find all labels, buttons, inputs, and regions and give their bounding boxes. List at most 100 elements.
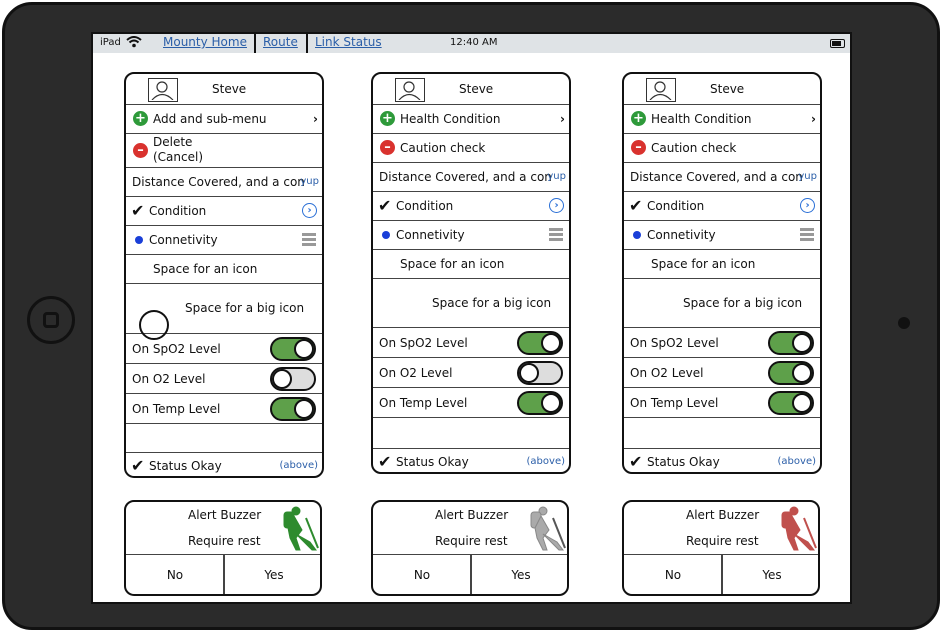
- o2-row: On O2 Level: [624, 358, 820, 388]
- temp-label: On Temp Level: [630, 396, 719, 410]
- o2-toggle[interactable]: [768, 361, 814, 385]
- o2-row: On O2 Level: [373, 358, 569, 388]
- drag-handle-icon[interactable]: [302, 233, 316, 248]
- temp-toggle[interactable]: [768, 391, 814, 415]
- camera-dot: [898, 317, 910, 329]
- spo2-toggle[interactable]: [768, 331, 814, 355]
- arrow-circle-icon[interactable]: ›: [302, 203, 317, 218]
- home-button[interactable]: [27, 296, 75, 344]
- hiker-name: Steve: [212, 82, 247, 96]
- card-header: Steve: [126, 74, 322, 105]
- card-header: Steve: [624, 74, 820, 105]
- temp-label: On Temp Level: [132, 402, 221, 416]
- nav-route[interactable]: Route: [263, 35, 298, 49]
- condition-row[interactable]: ✔ Condition ›: [624, 192, 820, 221]
- arrow-circle-icon[interactable]: ›: [800, 198, 815, 213]
- card-header: Steve: [373, 74, 569, 105]
- chevron-right-icon: ›: [313, 112, 318, 126]
- temp-toggle[interactable]: [270, 397, 316, 421]
- distance-row[interactable]: Distance Covered, and a conversation yup: [624, 163, 820, 192]
- connectivity-row[interactable]: Connetivity: [624, 221, 820, 250]
- menu-health-condition[interactable]: + Health Condition ›: [624, 105, 820, 134]
- distance-tag: yup: [547, 171, 566, 182]
- no-button[interactable]: No: [624, 555, 722, 594]
- spo2-row: On SpO2 Level: [126, 334, 322, 364]
- check-icon: ✔: [378, 196, 392, 215]
- hiker-icon: [530, 506, 566, 551]
- o2-toggle[interactable]: [517, 361, 563, 385]
- alert-title: Alert Buzzer: [188, 508, 262, 522]
- yes-button[interactable]: Yes: [723, 555, 818, 594]
- yes-button[interactable]: Yes: [225, 555, 320, 594]
- icon-space-label: Space for an icon: [651, 257, 756, 271]
- add-icon: +: [133, 111, 148, 126]
- menu-label: Health Condition: [400, 112, 501, 126]
- distance-tag: yup: [798, 171, 817, 182]
- connectivity-row[interactable]: Connetivity: [126, 226, 322, 255]
- big-icon-row: Space for a big icon: [126, 284, 322, 340]
- toggle-knob: [541, 333, 561, 353]
- delete-icon: –: [133, 143, 148, 158]
- no-button[interactable]: No: [373, 555, 471, 594]
- check-icon: ✔: [629, 452, 643, 471]
- big-icon-label: Space for a big icon: [432, 296, 552, 310]
- toggle-knob: [519, 363, 539, 383]
- condition-row[interactable]: ✔ Condition ›: [373, 192, 569, 221]
- spo2-label: On SpO2 Level: [132, 342, 221, 356]
- chevron-right-icon: ›: [560, 112, 565, 126]
- drag-handle-icon[interactable]: [800, 228, 814, 243]
- yes-button[interactable]: Yes: [472, 555, 567, 594]
- add-icon: +: [631, 111, 646, 126]
- menu-caution-check[interactable]: – Caution check: [624, 134, 820, 163]
- connectivity-label: Connetivity: [149, 233, 218, 247]
- status-tag[interactable]: (above): [527, 456, 565, 467]
- nav-link-status[interactable]: Link Status: [315, 35, 382, 49]
- alert-title: Alert Buzzer: [435, 508, 509, 522]
- status-label: Status Okay: [396, 455, 469, 469]
- distance-row[interactable]: Distance Covered, and a conversation yup: [373, 163, 569, 192]
- o2-label: On O2 Level: [132, 372, 206, 386]
- status-label: Status Okay: [149, 459, 222, 473]
- status-tag[interactable]: (above): [778, 456, 816, 467]
- hiker-name: Steve: [710, 82, 745, 96]
- nav-mounty-home[interactable]: Mounty Home: [163, 35, 247, 49]
- condition-row[interactable]: ✔ Condition ›: [126, 197, 322, 226]
- no-button[interactable]: No: [126, 555, 224, 594]
- screen: iPad Mounty Home Route Link Status 12:40…: [91, 32, 852, 604]
- hiker-card-1: Steve + Add and sub-menu › – Delete (Can…: [124, 72, 324, 478]
- alert-panel-1: Alert Buzzer Require rest No Yes: [124, 500, 322, 596]
- avatar: [646, 78, 676, 102]
- menu-caution-check[interactable]: – Caution check: [373, 134, 569, 163]
- arrow-circle-icon[interactable]: ›: [549, 198, 564, 213]
- alert-panel-3: Alert Buzzer Require rest No Yes: [622, 500, 820, 596]
- battery-icon: [830, 39, 845, 48]
- status-bar: iPad Mounty Home Route Link Status 12:40…: [93, 34, 850, 53]
- temp-row: On Temp Level: [126, 394, 322, 424]
- spo2-toggle[interactable]: [517, 331, 563, 355]
- menu-health-condition[interactable]: + Health Condition ›: [373, 105, 569, 134]
- bullet-icon: [135, 236, 143, 244]
- toggle-knob: [272, 369, 292, 389]
- bullet-icon: [382, 231, 390, 239]
- distance-row[interactable]: Distance Covered, and a conversation yup: [126, 168, 322, 197]
- big-icon-label: Space for a big icon: [683, 296, 803, 310]
- icon-space-label: Space for an icon: [153, 262, 258, 276]
- o2-toggle[interactable]: [270, 367, 316, 391]
- spo2-row: On SpO2 Level: [624, 328, 820, 358]
- temp-toggle[interactable]: [517, 391, 563, 415]
- status-row: ✔ Status Okay (above): [126, 453, 322, 476]
- menu-label: Add and sub-menu: [153, 112, 267, 126]
- status-tag[interactable]: (above): [280, 460, 318, 471]
- spo2-toggle[interactable]: [270, 337, 316, 361]
- alert-message: Require rest: [188, 534, 261, 548]
- spacer-row: [624, 418, 820, 449]
- drag-handle-icon[interactable]: [549, 228, 563, 243]
- connectivity-row[interactable]: Connetivity: [373, 221, 569, 250]
- temp-row: On Temp Level: [373, 388, 569, 418]
- alert-message: Require rest: [435, 534, 508, 548]
- spacer-row: [373, 418, 569, 449]
- nav-separator: [306, 34, 308, 53]
- menu-delete[interactable]: – Delete (Cancel): [126, 134, 322, 168]
- alert-message: Require rest: [686, 534, 759, 548]
- menu-add-submenu[interactable]: + Add and sub-menu ›: [126, 105, 322, 134]
